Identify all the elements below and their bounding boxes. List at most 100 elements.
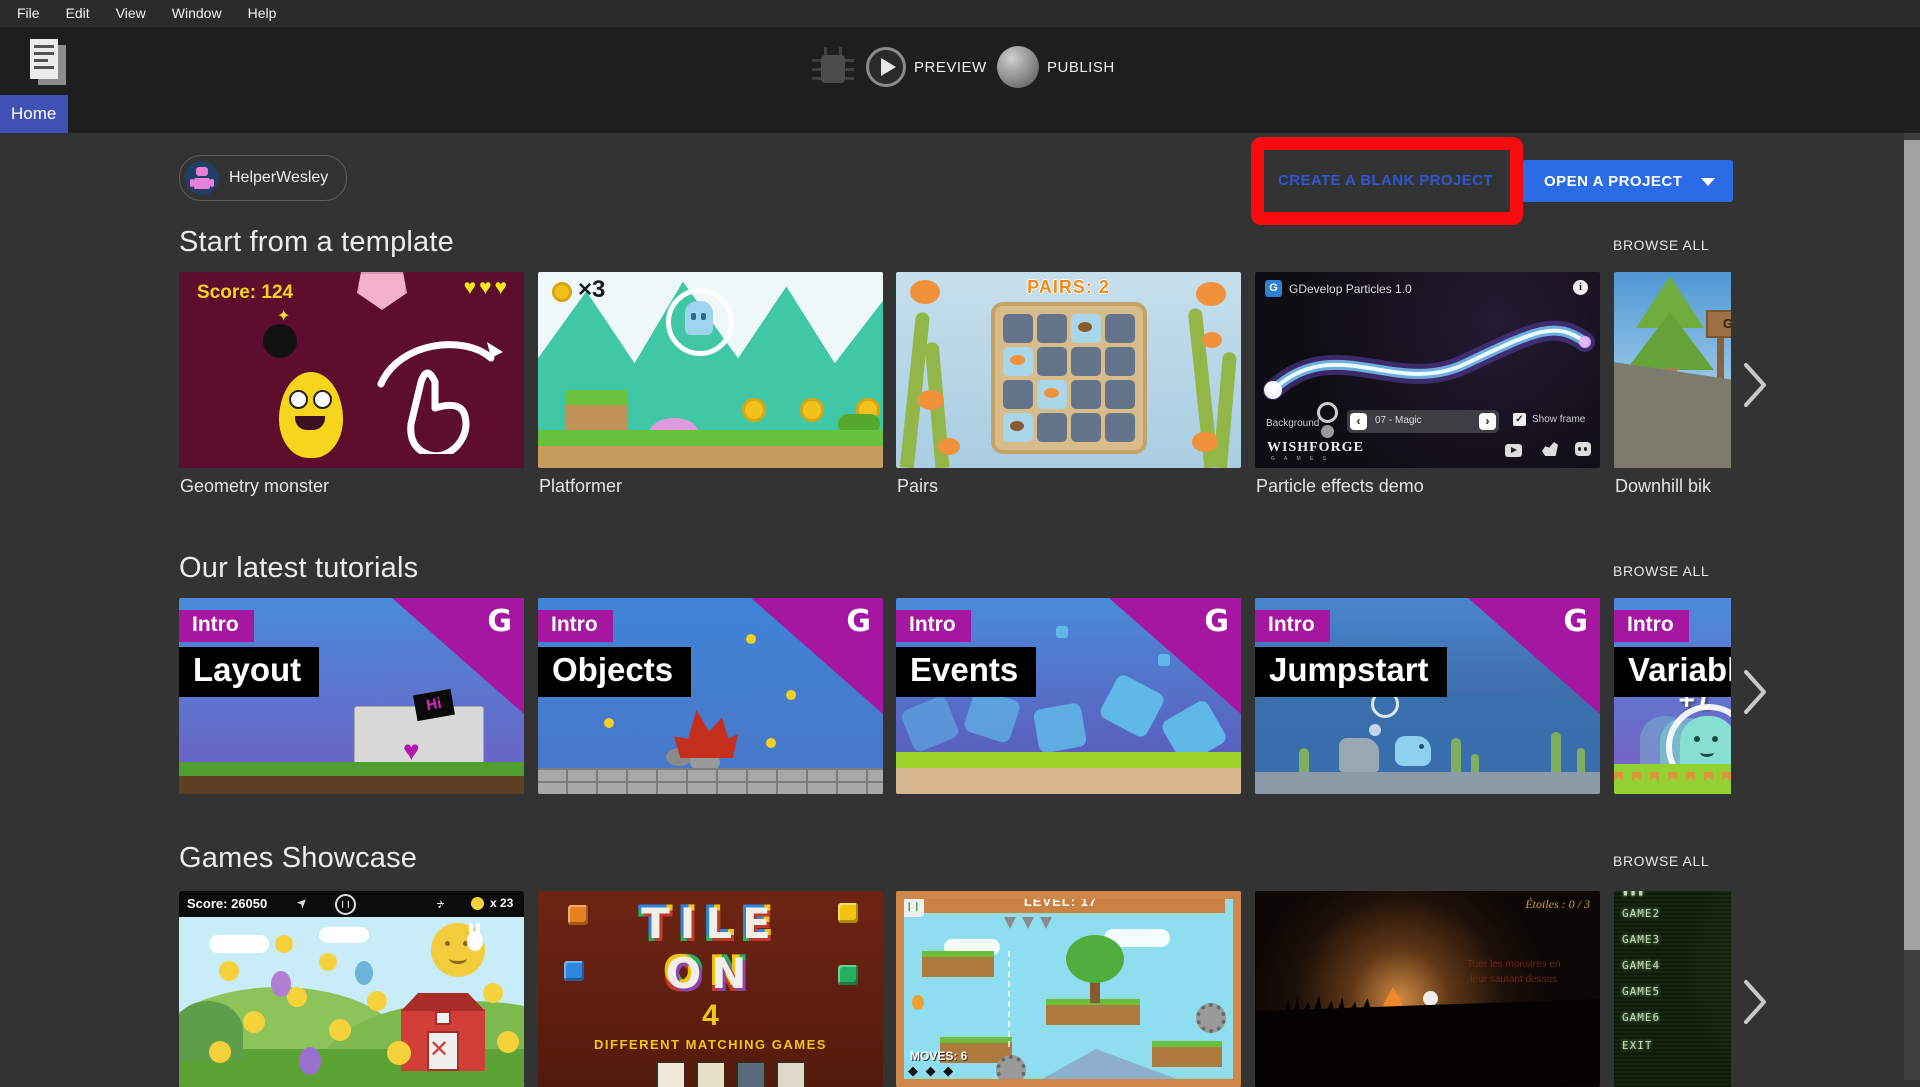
open-project-label: OPEN A PROJECT <box>1544 173 1682 190</box>
intro-badge: Intro <box>538 610 613 642</box>
next-arrow-icon[interactable]: › <box>1479 413 1496 430</box>
thumbnail: Score: 124 ♥♥♥ ✦ <box>179 272 524 468</box>
subtitle: DIFFERENT MATCHING GAMES <box>538 1037 883 1052</box>
menu-help[interactable]: Help <box>235 0 290 27</box>
coin-multiplier: ×3 <box>578 276 605 304</box>
chick <box>319 953 337 971</box>
card-title: Downhill bik <box>1615 476 1711 497</box>
pause-button[interactable]: ❙❙ <box>902 895 924 917</box>
caret-down-icon[interactable] <box>1701 178 1715 186</box>
section-title-templates: Start from a template <box>179 226 454 259</box>
bomb-shape <box>263 324 297 358</box>
card-title: Platformer <box>539 476 622 497</box>
score-label: Score: 26050 <box>187 896 267 911</box>
page-line <box>34 59 48 62</box>
publish-button[interactable]: PUBLISH <box>997 46 1115 88</box>
coin <box>742 398 766 422</box>
open-project-button[interactable]: OPEN A PROJECT <box>1522 160 1733 202</box>
show-frame-checkbox[interactable]: ✓ <box>1513 413 1526 426</box>
user-profile-chip[interactable]: HelperWesley <box>179 155 347 201</box>
move-diamonds: ◆ ◆ ◆ <box>908 1063 955 1079</box>
project-manager-icon[interactable] <box>30 39 68 89</box>
sign-board: G <box>1706 310 1731 338</box>
tutorial-word: Variables <box>1614 647 1731 697</box>
tile <box>568 905 588 925</box>
menu-window[interactable]: Window <box>159 0 235 27</box>
radio-filled[interactable] <box>1321 425 1334 438</box>
menu-file[interactable]: File <box>4 0 53 27</box>
intro-badge: Intro <box>179 610 254 642</box>
intro-badge: Intro <box>896 610 971 642</box>
thumbnail: G Intro Jumpstart <box>1255 598 1600 794</box>
scrollbar-thumb[interactable] <box>1904 140 1920 950</box>
carousel-next-tutorials[interactable] <box>1742 668 1768 716</box>
create-blank-project-button[interactable]: CREATE A BLANK PROJECT <box>1278 167 1493 195</box>
preview-button[interactable]: PREVIEW <box>866 47 987 87</box>
coin <box>800 398 824 422</box>
tree-crown <box>1066 935 1124 983</box>
showcase-row: Score: 26050 ➤ ❙❙ ♪ x 23 ✕ <box>179 891 1731 1087</box>
hearts: ♥♥♥ <box>464 276 510 300</box>
fish <box>1192 432 1218 452</box>
mini-preview <box>656 1061 686 1087</box>
carousel-next-templates[interactable] <box>1742 361 1768 409</box>
browse-all-templates[interactable]: BROWSE ALL <box>1613 237 1709 253</box>
browse-all-tutorials[interactable]: BROWSE ALL <box>1613 563 1709 579</box>
menu-row: GAME2 <box>1622 907 1660 920</box>
page-front-shape <box>30 39 58 79</box>
menu-row: GAME4 <box>1622 959 1660 972</box>
menu-view[interactable]: View <box>103 0 159 27</box>
effect-selector[interactable]: ‹ 07 - Magic › <box>1347 410 1499 433</box>
dirt-strip <box>896 768 1241 794</box>
youtube-icon[interactable] <box>1505 444 1522 457</box>
tutorial-word: Jumpstart <box>1255 647 1447 697</box>
debug-icon[interactable] <box>812 45 854 91</box>
section-title-tutorials: Our latest tutorials <box>179 552 418 585</box>
thumbnail: G <box>1614 272 1731 468</box>
thumbnail: Score: 26050 ➤ ❙❙ ♪ x 23 ✕ <box>179 891 524 1087</box>
bee <box>746 634 756 644</box>
radio-outline[interactable] <box>1317 402 1338 423</box>
easter-egg <box>271 971 291 997</box>
bubble-shape <box>666 288 734 356</box>
bug-leg <box>845 77 854 80</box>
tutorial-word: Events <box>896 647 1036 697</box>
discord-icon[interactable] <box>1575 442 1591 456</box>
dirt-strip <box>179 776 524 794</box>
mini-preview <box>736 1061 766 1087</box>
carousel-next-showcase[interactable] <box>1742 978 1768 1026</box>
menu-row: GAME3 <box>1622 933 1660 946</box>
card-title: Geometry monster <box>180 476 329 497</box>
chick <box>275 935 293 953</box>
bug-antenna <box>824 47 827 55</box>
bug-leg <box>812 68 821 71</box>
wishforge-logo: WISHFORGE <box>1267 440 1364 456</box>
card-title: Particle effects demo <box>1256 476 1424 497</box>
intro-badge: Intro <box>1255 610 1330 642</box>
thumbnail: +1 G Intro Variables <box>1614 598 1731 794</box>
thumbnail: ♥ Hi G Intro Layout <box>179 598 524 794</box>
info-icon: i <box>1573 280 1588 295</box>
chick <box>243 1011 265 1033</box>
thumbnail: ▮▮▮ GAME2 GAME3 GAME4 GAME5 GAME6 EXIT <box>1614 891 1731 1087</box>
bee <box>604 718 614 728</box>
menu-row: GAME5 <box>1622 985 1660 998</box>
menu-edit[interactable]: Edit <box>53 0 103 27</box>
fish <box>910 280 940 304</box>
easter-egg <box>299 1047 321 1075</box>
chick <box>483 983 503 1003</box>
show-frame-label: Show frame <box>1532 414 1585 425</box>
menu-bar: File Edit View Window Help <box>0 0 1920 27</box>
spike-wheel <box>996 1055 1026 1085</box>
thumbnail: PAIRS: 2 <box>896 272 1241 468</box>
moves-label: MOVES: 6 <box>910 1049 967 1063</box>
hanging-spikes <box>1004 917 1052 929</box>
bee <box>766 738 776 748</box>
prev-arrow-icon[interactable]: ‹ <box>1350 413 1367 430</box>
level-bar: LEVEL: 17 <box>896 891 1225 913</box>
tab-home[interactable]: Home <box>0 95 68 133</box>
twitter-icon[interactable] <box>1542 442 1558 456</box>
browse-all-showcase[interactable]: BROWSE ALL <box>1613 853 1709 869</box>
chick-icon <box>471 897 484 910</box>
chick <box>287 987 307 1007</box>
